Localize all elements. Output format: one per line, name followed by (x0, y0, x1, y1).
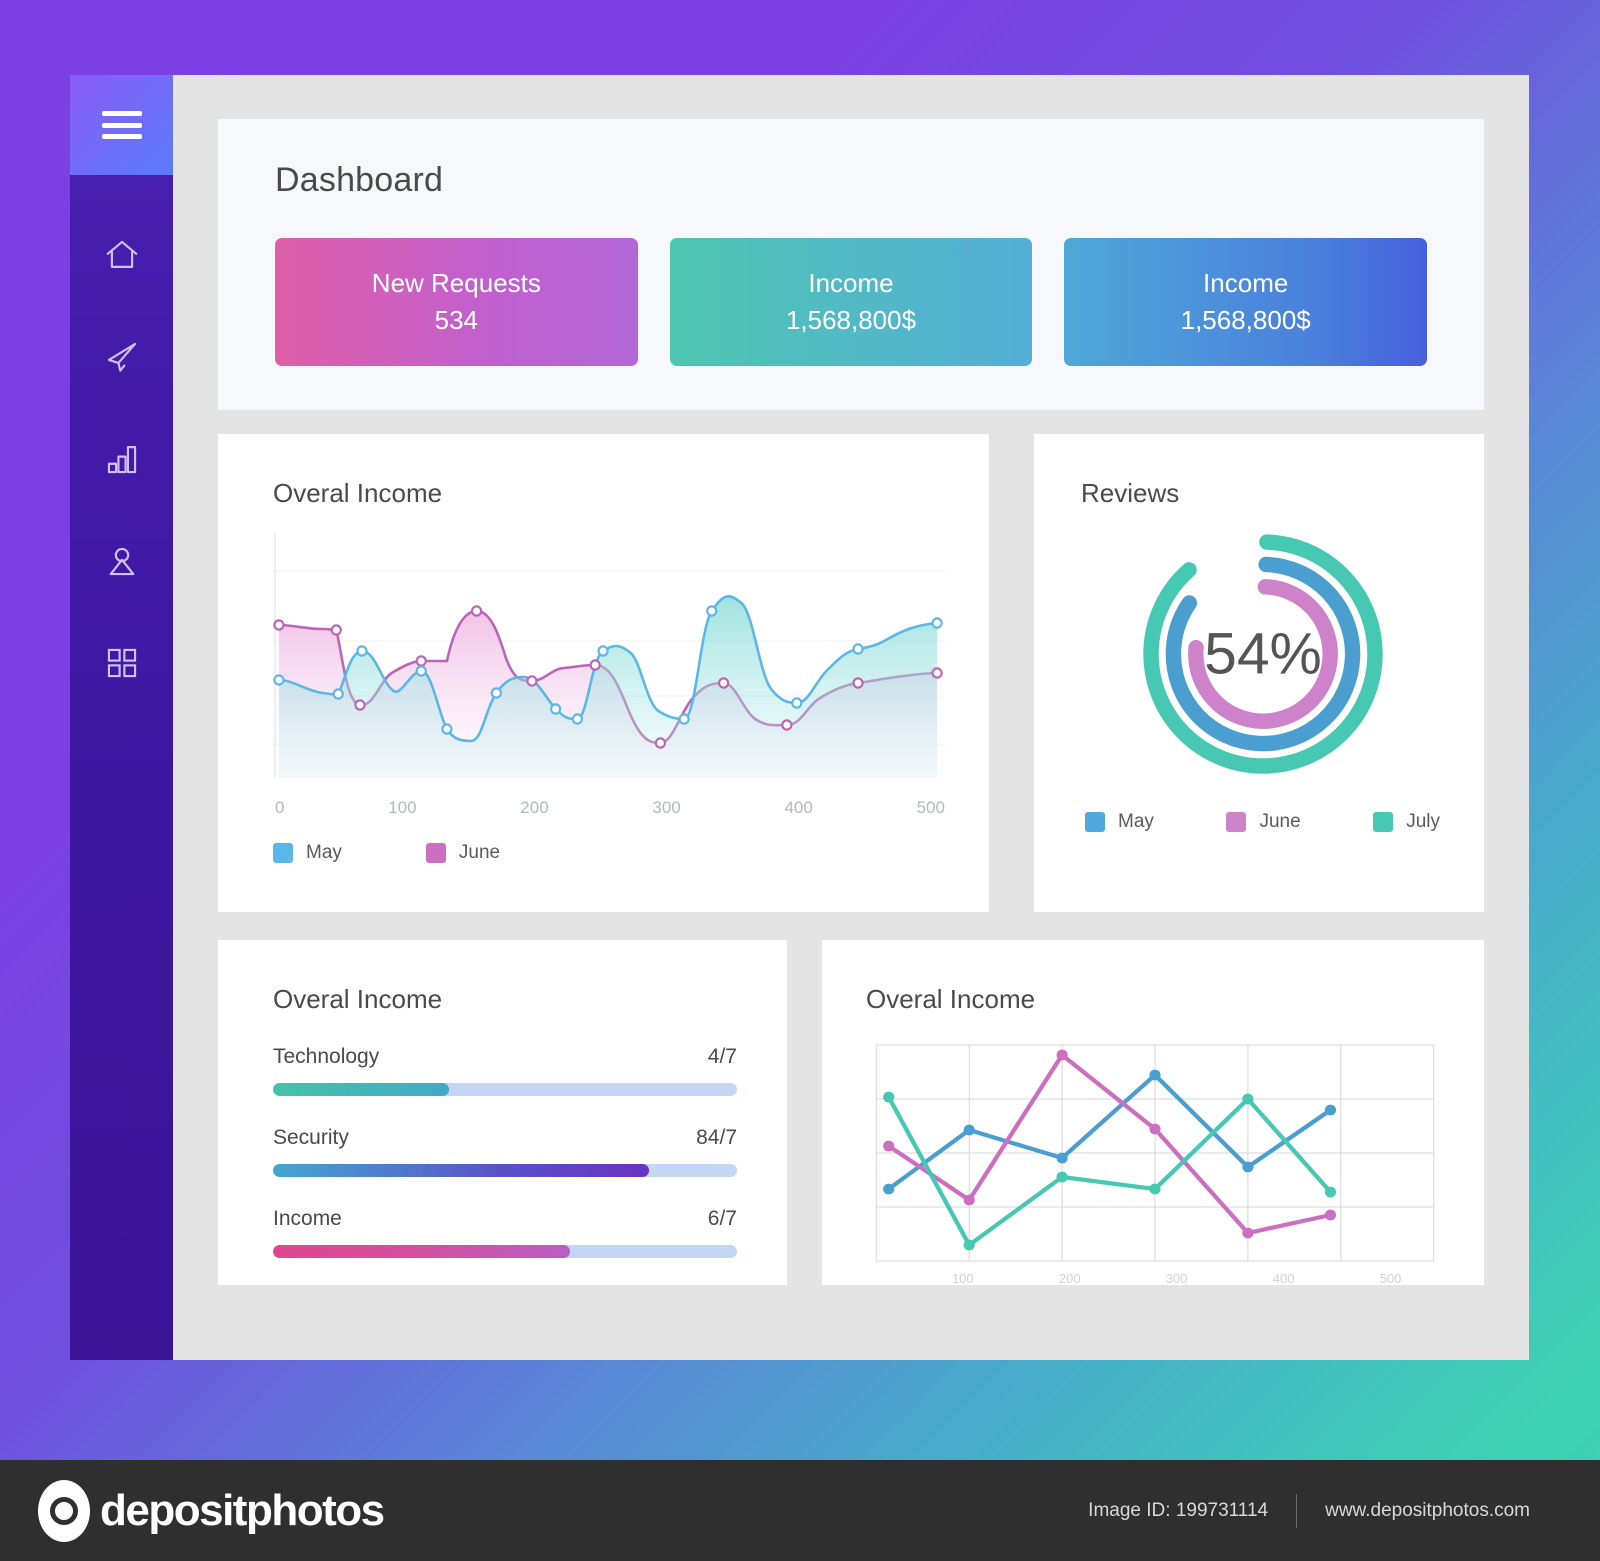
axis-tick: 200 (1058, 1271, 1081, 1286)
footer-meta: Image ID: 199731114 www.depositphotos.co… (1088, 1493, 1530, 1528)
axis-tick: 300 (1165, 1271, 1188, 1286)
progress-label: Technology (273, 1045, 380, 1068)
progress-panel-title: Overal Income (273, 984, 443, 1014)
legend-item-june[interactable]: June (1226, 811, 1301, 833)
sidebar-item-apps[interactable] (70, 628, 173, 698)
progress-value: 6/7 (707, 1207, 737, 1230)
line-series-july (886, 1094, 1333, 1248)
grid-icon (103, 644, 141, 682)
legend-item-june[interactable]: June (425, 842, 501, 864)
charts-row-top: Overal Income 0 100 200 300 400 500 May … (218, 434, 1484, 912)
brand-name: depositphotos (100, 1485, 385, 1535)
legend-swatch-icon (1085, 812, 1105, 832)
legend-label: May (1118, 811, 1154, 832)
progress-track[interactable] (273, 1164, 737, 1177)
reviews-title: Reviews (1081, 478, 1180, 508)
area-chart-panel: Overal Income 0 100 200 300 400 500 May … (218, 434, 989, 912)
progress-label: Security (273, 1126, 349, 1149)
axis-tick: 500 (1379, 1271, 1402, 1286)
progress-value: 4/7 (707, 1045, 737, 1068)
reviews-panel: Reviews 54% May June July (1034, 434, 1484, 912)
progress-row-technology: Technology 4/7 (273, 1045, 737, 1096)
stat-card-new-requests[interactable]: New Requests 534 (275, 238, 638, 366)
donut-center-value: 54% (1204, 622, 1322, 687)
legend-swatch-icon (1226, 812, 1247, 832)
sidebar-item-messages[interactable] (70, 322, 173, 392)
progress-fill (273, 1164, 649, 1177)
legend-item-may[interactable]: May (273, 842, 342, 864)
axis-tick: 100 (951, 1271, 974, 1286)
sidebar-item-home[interactable] (70, 220, 173, 290)
sidebar-nav-list (70, 220, 173, 698)
legend-swatch-icon (425, 843, 446, 863)
axis-tick: 100 (388, 798, 417, 817)
legend-item-may[interactable]: May (1085, 811, 1154, 833)
stat-card-income-2[interactable]: Income 1,568,800$ (1064, 238, 1428, 366)
sidebar-item-profile[interactable] (70, 526, 173, 596)
stat-card-label: New Requests (371, 268, 541, 298)
charts-row-bottom: Overal Income Technology 4/7 Security 84… (218, 940, 1484, 1286)
axis-tick: 200 (520, 798, 549, 817)
progress-row-income: Income 6/7 (273, 1207, 737, 1258)
progress-fill (273, 1245, 570, 1258)
area-chart[interactable] (273, 533, 945, 788)
progress-track[interactable] (273, 1083, 737, 1096)
sidebar-item-statistics[interactable] (70, 424, 173, 494)
bar-chart-icon (103, 440, 141, 478)
header-panel: Dashboard New Requests 534 Income 1,568,… (218, 119, 1484, 410)
progress-row-security: Security 84/7 (273, 1126, 737, 1177)
watermark-footer: depositphotos Image ID: 199731114 www.de… (0, 1460, 1600, 1561)
stat-card-label: Income (1203, 268, 1289, 298)
stat-card-income-1[interactable]: Income 1,568,800$ (669, 238, 1033, 366)
line-chart-x-axis: 100 200 300 400 500 (866, 1271, 1444, 1286)
app-window: Dashboard New Requests 534 Income 1,568,… (70, 75, 1529, 1360)
area-chart-legend: May June (273, 842, 945, 864)
legend-label: May (306, 842, 342, 863)
axis-tick: 300 (652, 798, 681, 817)
line-chart-title: Overal Income (866, 984, 1036, 1014)
send-icon (103, 338, 141, 376)
area-chart-x-axis: 0 100 200 300 400 500 (273, 788, 945, 818)
area-chart-title: Overal Income (273, 478, 443, 508)
stat-card-row: New Requests 534 Income 1,568,800$ Incom… (275, 238, 1428, 366)
legend-item-july[interactable]: July (1373, 811, 1440, 833)
legend-label: June (458, 842, 501, 863)
image-id: Image ID: 199731114 (1088, 1499, 1269, 1521)
progress-label: Income (273, 1207, 342, 1230)
user-icon (103, 542, 141, 580)
progress-track[interactable] (273, 1245, 737, 1258)
progress-value: 84/7 (696, 1126, 737, 1149)
divider (1296, 1493, 1298, 1528)
stat-card-label: Income (808, 268, 894, 298)
axis-tick: 400 (1272, 1271, 1295, 1286)
stat-card-value: 1,568,800$ (785, 305, 917, 335)
legend-label: July (1406, 811, 1440, 832)
sidebar-menu-button[interactable] (70, 75, 173, 175)
camera-icon (38, 1479, 90, 1542)
stat-card-value: 1,568,800$ (1180, 305, 1311, 335)
axis-tick: 500 (916, 798, 945, 817)
page-title: Dashboard (275, 161, 444, 199)
depositphotos-logo: depositphotos (38, 1479, 385, 1542)
home-icon (103, 236, 141, 274)
reviews-donut-chart[interactable]: 54% (1081, 523, 1444, 785)
legend-swatch-icon (1373, 812, 1394, 832)
axis-tick: 0 (275, 798, 285, 817)
legend-swatch-icon (273, 843, 293, 863)
site-url[interactable]: www.depositphotos.com (1325, 1500, 1530, 1522)
sidebar (70, 75, 173, 1360)
reviews-legend: May June July (1081, 811, 1444, 833)
axis-tick: 400 (784, 798, 813, 817)
line-series-june (886, 1052, 1333, 1236)
stat-card-value: 534 (434, 305, 479, 335)
main-content: Dashboard New Requests 534 Income 1,568,… (173, 75, 1529, 1360)
progress-panel: Overal Income Technology 4/7 Security 84… (218, 940, 787, 1285)
progress-fill (273, 1083, 450, 1096)
legend-label: June (1259, 811, 1301, 832)
line-chart[interactable] (866, 1037, 1444, 1269)
line-chart-panel: Overal Income 100 200 300 400 500 (822, 940, 1484, 1286)
hamburger-menu-icon[interactable] (101, 111, 142, 139)
